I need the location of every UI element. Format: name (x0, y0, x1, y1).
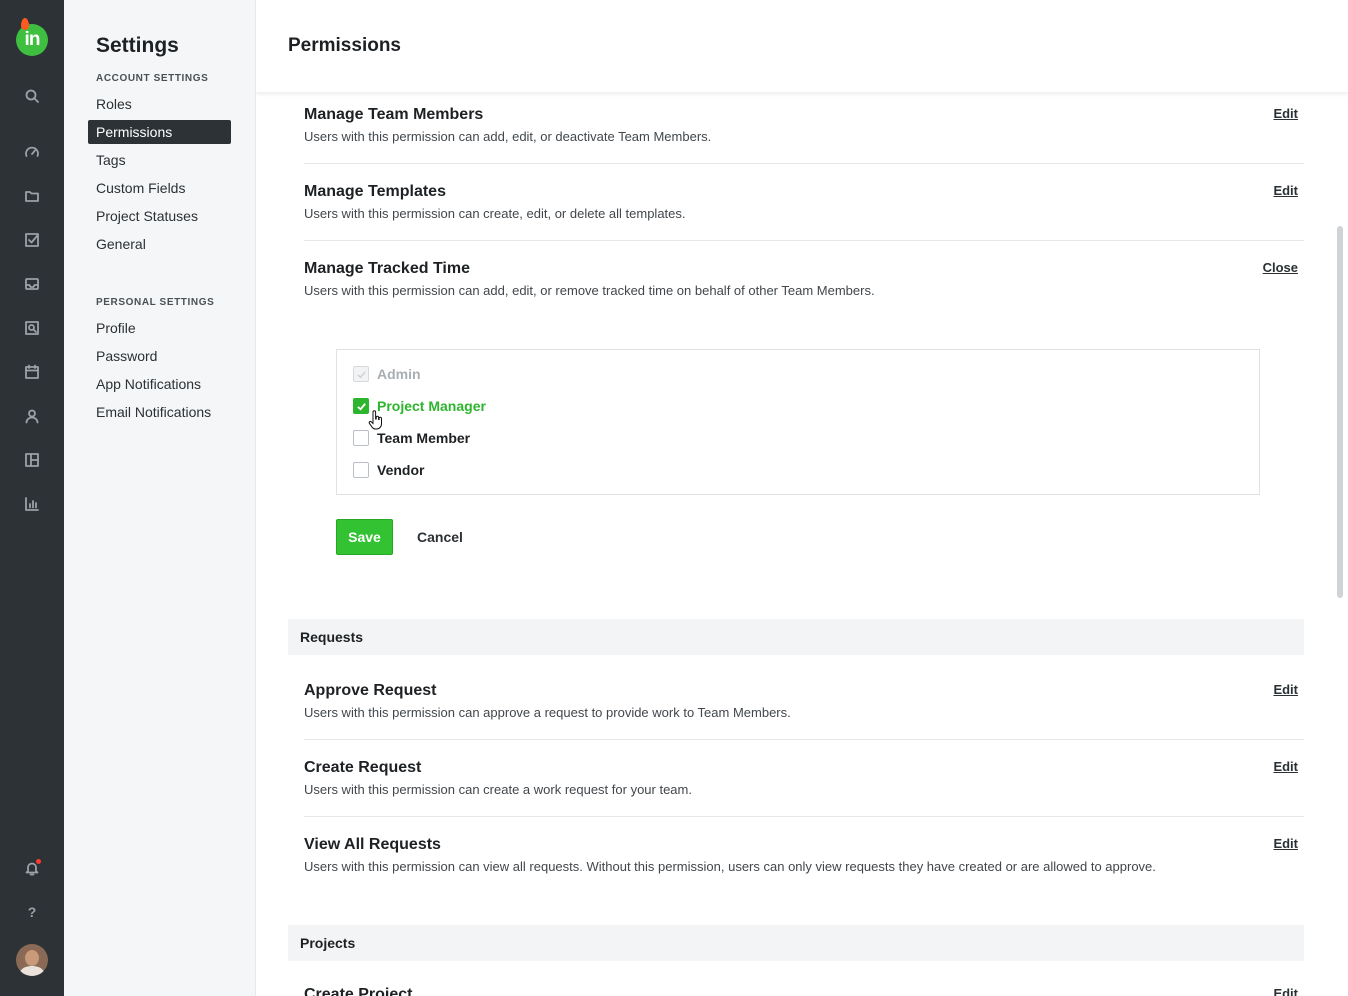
close-link[interactable]: Close (1263, 260, 1298, 275)
sidebar-item-email-notifications[interactable]: Email Notifications (88, 400, 231, 424)
sidebar-item-general[interactable]: General (88, 232, 231, 256)
permission-title: Create Project (304, 986, 413, 996)
permission-approve-request: Approve Request Users with this permissi… (304, 682, 1304, 720)
permission-view-all-requests: View All Requests Users with this permis… (304, 836, 1304, 874)
permission-title: View All Requests (304, 836, 441, 853)
page-title: Permissions (288, 35, 401, 56)
divider (304, 163, 1304, 164)
permission-manage-templates: Manage Templates Users with this permiss… (304, 183, 1304, 221)
permission-title: Manage Team Members (304, 106, 484, 123)
permission-title: Create Request (304, 759, 422, 776)
edit-link[interactable]: Edit (1273, 682, 1298, 697)
section-header-projects: Projects (288, 925, 1304, 961)
permission-description: Users with this permission can view all … (304, 859, 1156, 874)
edit-link[interactable]: Edit (1273, 183, 1298, 198)
checkmark-icon (356, 402, 366, 411)
save-button[interactable]: Save (336, 519, 393, 555)
app-logo[interactable]: in (16, 24, 48, 56)
avatar-shirt (20, 966, 44, 976)
permission-title: Approve Request (304, 682, 437, 699)
permission-title: Manage Templates (304, 183, 446, 200)
role-option-team-member[interactable]: Team Member (353, 430, 470, 446)
divider (304, 240, 1304, 241)
avatar[interactable] (16, 944, 48, 976)
page-header: Permissions (256, 0, 1348, 92)
role-label: Vendor (377, 462, 425, 478)
role-label: Team Member (377, 430, 471, 446)
search-icon[interactable] (22, 86, 42, 106)
sidebar-item-tags[interactable]: Tags (88, 148, 231, 172)
help-glyph: ? (27, 904, 37, 920)
notification-bell-icon[interactable] (22, 858, 42, 878)
permission-description: Users with this permission can create a … (304, 782, 692, 797)
divider (304, 739, 1304, 740)
role-option-vendor[interactable]: Vendor (353, 462, 424, 478)
permission-create-project: Create Project Edit (304, 986, 1304, 996)
notification-dot (36, 859, 41, 864)
icon-rail: in ? (0, 0, 64, 996)
role-option-admin: Admin (353, 366, 421, 382)
avatar-face (25, 950, 39, 966)
calendar-icon[interactable] (22, 362, 42, 382)
dashboard-icon[interactable] (22, 142, 42, 162)
vendor-checkbox[interactable] (353, 462, 369, 478)
sidebar-item-project-statuses[interactable]: Project Statuses (88, 204, 231, 228)
role-selection-box: Admin Project Manager Team Member Vendor (336, 349, 1260, 495)
hand-cursor-icon (368, 410, 382, 430)
divider (304, 816, 1304, 817)
settings-title: Settings (96, 34, 179, 57)
settings-sidebar: Settings ACCOUNT SETTINGS Roles Permissi… (64, 0, 256, 996)
sidebar-item-roles[interactable]: Roles (88, 92, 231, 116)
reports-search-icon[interactable] (22, 318, 42, 338)
sidebar-item-profile[interactable]: Profile (88, 316, 231, 340)
people-icon[interactable] (22, 406, 42, 426)
permission-title: Manage Tracked Time (304, 260, 470, 277)
role-label: Project Manager (377, 398, 486, 414)
edit-link[interactable]: Edit (1273, 836, 1298, 851)
sidebar-item-app-notifications[interactable]: App Notifications (88, 372, 231, 396)
permission-create-request: Create Request Users with this permissio… (304, 759, 1304, 797)
personal-settings-heading: PERSONAL SETTINGS (96, 297, 215, 308)
permission-description: Users with this permission can add, edit… (304, 129, 712, 144)
section-title: Requests (300, 629, 364, 645)
team-member-checkbox[interactable] (353, 430, 369, 446)
help-icon[interactable]: ? (22, 902, 42, 922)
main-content: Permissions Manage Team Members Users wi… (256, 0, 1348, 996)
section-header-requests: Requests (288, 619, 1304, 655)
section-title: Projects (300, 935, 356, 951)
inbox-icon[interactable] (22, 274, 42, 294)
project-manager-checkbox[interactable] (353, 398, 369, 414)
sidebar-item-custom-fields[interactable]: Custom Fields (88, 176, 231, 200)
permission-description: Users with this permission can create, e… (304, 206, 686, 221)
admin-checkbox (353, 366, 369, 382)
permission-manage-team-members: Manage Team Members Users with this perm… (304, 106, 1304, 144)
edit-link[interactable]: Edit (1273, 759, 1298, 774)
scrollbar-thumb[interactable] (1337, 226, 1343, 598)
role-label: Admin (377, 366, 421, 382)
logo-flame-icon (21, 18, 29, 30)
sidebar-item-permissions[interactable]: Permissions (88, 120, 231, 144)
edit-link[interactable]: Edit (1273, 106, 1298, 121)
folder-icon[interactable] (22, 186, 42, 206)
sidebar-item-password[interactable]: Password (88, 344, 231, 368)
cancel-button[interactable]: Cancel (408, 519, 472, 555)
bar-chart-icon[interactable] (22, 494, 42, 514)
edit-link[interactable]: Edit (1273, 986, 1298, 996)
tasks-icon[interactable] (22, 230, 42, 250)
checkmark-icon (356, 370, 366, 378)
account-settings-heading: ACCOUNT SETTINGS (96, 73, 209, 84)
permission-manage-tracked-time: Manage Tracked Time Users with this perm… (304, 260, 1304, 298)
permission-description: Users with this permission can approve a… (304, 705, 791, 720)
permission-description: Users with this permission can add, edit… (304, 283, 875, 298)
layout-icon[interactable] (22, 450, 42, 470)
